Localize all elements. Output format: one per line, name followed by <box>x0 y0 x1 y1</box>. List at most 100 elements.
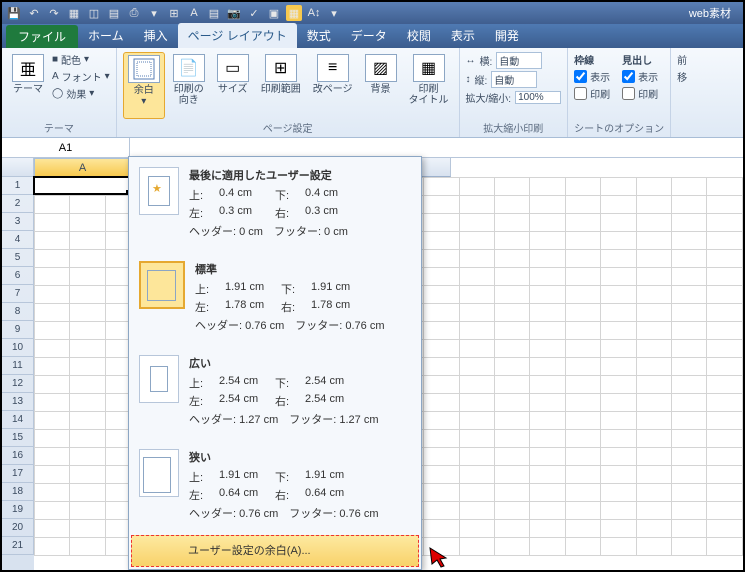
margin-preset-item[interactable]: ★最後に適用したユーザー設定上:0.4 cm下:0.4 cm左:0.3 cm右:… <box>129 157 421 251</box>
tab-insert[interactable]: 挿入 <box>134 23 178 48</box>
formula-input[interactable] <box>130 138 743 157</box>
print-titles-icon: ▦ <box>413 54 445 82</box>
column-header[interactable]: A <box>34 158 131 177</box>
qat-icon[interactable]: A↕ <box>306 5 322 21</box>
select-all-corner[interactable] <box>2 158 34 177</box>
margin-preset-item[interactable]: 狭い上:1.91 cm下:1.91 cm左:0.64 cm右:0.64 cmヘッ… <box>129 439 421 533</box>
zoom-spinner[interactable]: 100% <box>515 91 561 104</box>
height-icon: ↕ <box>466 74 471 85</box>
row-header[interactable]: 20 <box>2 519 34 537</box>
print-area-button[interactable]: ⊞ 印刷範囲 <box>257 52 305 119</box>
qat-icon[interactable]: ▦ <box>66 5 82 21</box>
gridlines-show-checkbox[interactable] <box>574 70 587 83</box>
row-header[interactable]: 15 <box>2 429 34 447</box>
row-header[interactable]: 14 <box>2 411 34 429</box>
qat-undo-icon[interactable]: ↶ <box>26 5 42 21</box>
row-header[interactable]: 4 <box>2 231 34 249</box>
background-button[interactable]: ▨ 背景 <box>361 52 401 119</box>
row-header[interactable]: 8 <box>2 303 34 321</box>
tab-developer[interactable]: 開発 <box>485 23 529 48</box>
qat-icon[interactable]: ▾ <box>146 5 162 21</box>
row-header[interactable]: 16 <box>2 447 34 465</box>
headings-print-checkbox[interactable] <box>622 87 635 100</box>
margin-preset-item[interactable]: 広い上:2.54 cm下:2.54 cm左:2.54 cm右:2.54 cmヘッ… <box>129 345 421 439</box>
ribbon-group-sheet-options: 枠線 表示 印刷 見出し 表示 印刷 シートのオプション <box>568 48 671 137</box>
qat-dropdown-icon[interactable]: ▾ <box>326 5 342 21</box>
row-header[interactable]: 1 <box>2 177 34 195</box>
row-header[interactable]: 13 <box>2 393 34 411</box>
window-title: web素材 <box>689 5 739 21</box>
margin-preset-item[interactable]: 標準上:1.91 cm下:1.91 cm左:1.78 cm右:1.78 cmヘッ… <box>129 251 421 345</box>
margin-thumb-icon <box>139 449 179 497</box>
row-header[interactable]: 12 <box>2 375 34 393</box>
breaks-button[interactable]: ≡ 改ページ <box>309 52 357 119</box>
tab-review[interactable]: 校閲 <box>397 23 441 48</box>
row-header[interactable]: 17 <box>2 465 34 483</box>
ribbon-tabs: ファイル ホーム 挿入 ページ レイアウト 数式 データ 校閲 表示 開発 <box>2 24 743 48</box>
row-header[interactable]: 19 <box>2 501 34 519</box>
margin-thumb-icon <box>139 261 185 309</box>
send-backward-button[interactable]: 移 <box>677 69 687 84</box>
custom-margins-item[interactable]: ユーザー設定の余白(A)... <box>131 535 419 567</box>
gridlines-print-checkbox[interactable] <box>574 87 587 100</box>
margin-thumb-icon: ★ <box>139 167 179 215</box>
qat-icon[interactable]: A <box>186 5 202 21</box>
tab-page-layout[interactable]: ページ レイアウト <box>178 23 297 48</box>
row-header[interactable]: 2 <box>2 195 34 213</box>
row-header[interactable]: 21 <box>2 537 34 555</box>
formula-bar: A1 <box>2 138 743 158</box>
bring-forward-button[interactable]: 前 <box>677 52 687 67</box>
size-button[interactable]: ▭ サイズ <box>213 52 253 119</box>
pointer-arrow-icon <box>428 546 450 568</box>
margins-button[interactable]: 余白▾ <box>123 52 165 119</box>
name-box[interactable]: A1 <box>2 138 130 157</box>
print-area-icon: ⊞ <box>265 54 297 82</box>
quick-access-toolbar: 💾 ↶ ↷ ▦ ◫ ▤ ⎙ ▾ ⊞ A ▤ 📷 ✓ ▣ ▦ A↕ ▾ web素材 <box>2 2 743 24</box>
ribbon-group-themes: 亜 テーマ ■ 配色 ▾ A フォント ▾ ◯ 効果 ▾ テーマ <box>2 48 117 137</box>
qat-icon[interactable]: ▤ <box>206 5 222 21</box>
headings-show-checkbox[interactable] <box>622 70 635 83</box>
tab-data[interactable]: データ <box>341 23 397 48</box>
tab-formulas[interactable]: 数式 <box>297 23 341 48</box>
colors-button[interactable]: ■ 配色 ▾ <box>52 52 110 67</box>
tab-view[interactable]: 表示 <box>441 23 485 48</box>
qat-icon[interactable]: ▤ <box>106 5 122 21</box>
qat-icon[interactable]: ✓ <box>246 5 262 21</box>
row-header[interactable]: 5 <box>2 249 34 267</box>
width-icon: ↔ <box>466 55 476 66</box>
qat-icon[interactable]: ⎙ <box>126 5 142 21</box>
qat-save-icon[interactable]: 💾 <box>6 5 22 21</box>
qat-icon[interactable]: 📷 <box>226 5 242 21</box>
print-titles-button[interactable]: ▦ 印刷 タイトル <box>405 52 453 119</box>
row-header[interactable]: 6 <box>2 267 34 285</box>
qat-icon[interactable]: ⊞ <box>166 5 182 21</box>
orientation-button[interactable]: 📄 印刷の 向き <box>169 52 209 119</box>
qat-icon[interactable]: ◫ <box>86 5 102 21</box>
row-header[interactable]: 11 <box>2 357 34 375</box>
qat-redo-icon[interactable]: ↷ <box>46 5 62 21</box>
breaks-icon: ≡ <box>317 54 349 82</box>
themes-icon: 亜 <box>12 54 44 82</box>
background-icon: ▨ <box>365 54 397 82</box>
row-header[interactable]: 10 <box>2 339 34 357</box>
tab-file[interactable]: ファイル <box>6 25 78 48</box>
effects-button[interactable]: ◯ 効果 ▾ <box>52 86 110 101</box>
ribbon-group-scale: ↔横: 自動 ↕縦: 自動 拡大/縮小: 100% 拡大縮小印刷 <box>460 48 569 137</box>
themes-button[interactable]: 亜 テーマ <box>8 52 48 119</box>
ribbon-group-arrange: 前 移 <box>671 48 693 137</box>
margins-dropdown: ★最後に適用したユーザー設定上:0.4 cm下:0.4 cm左:0.3 cm右:… <box>128 156 422 570</box>
row-header[interactable]: 3 <box>2 213 34 231</box>
qat-icon[interactable]: ▣ <box>266 5 282 21</box>
row-header[interactable]: 9 <box>2 321 34 339</box>
width-select[interactable]: 自動 <box>496 52 542 69</box>
row-header[interactable]: 7 <box>2 285 34 303</box>
height-select[interactable]: 自動 <box>491 71 537 88</box>
ribbon: 亜 テーマ ■ 配色 ▾ A フォント ▾ ◯ 効果 ▾ テーマ 余白▾ 📄 印… <box>2 48 743 138</box>
margin-thumb-icon <box>139 355 179 403</box>
tab-home[interactable]: ホーム <box>78 23 134 48</box>
qat-icon[interactable]: ▦ <box>286 5 302 21</box>
row-header[interactable]: 18 <box>2 483 34 501</box>
margins-icon <box>128 55 160 83</box>
fonts-button[interactable]: A フォント ▾ <box>52 69 110 84</box>
orientation-icon: 📄 <box>173 54 205 82</box>
